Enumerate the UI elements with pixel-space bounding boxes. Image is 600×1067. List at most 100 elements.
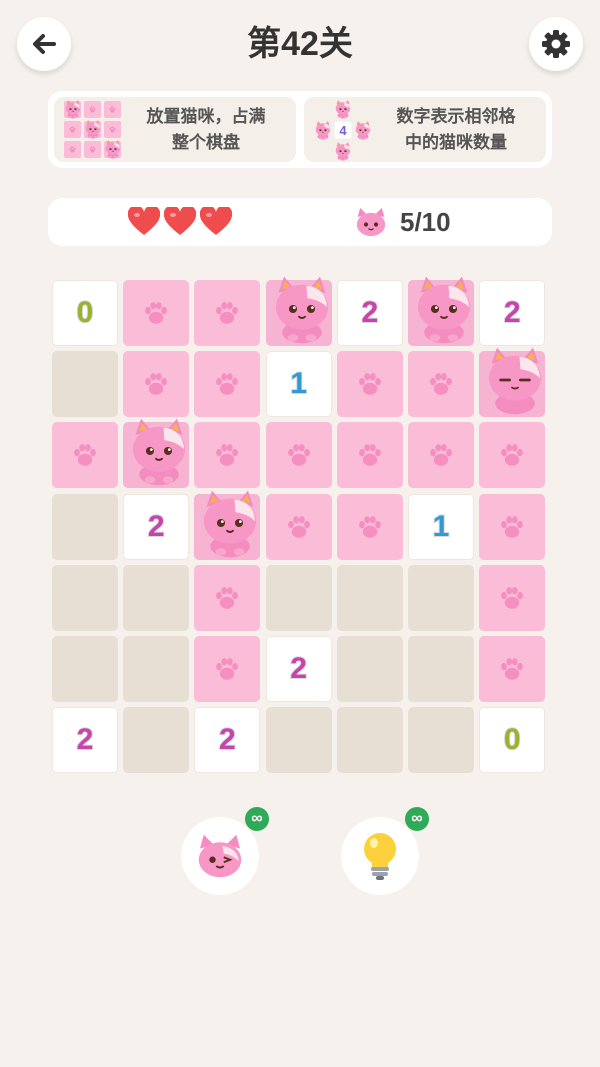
heart-icon	[164, 207, 196, 235]
sleeping-cat-icon	[487, 346, 543, 416]
instruction-card-fill: 放置猫咪，占满 整个棋盘	[54, 97, 296, 162]
number-cell[interactable]: 2	[52, 707, 118, 774]
empty-cell[interactable]	[52, 493, 118, 560]
paw-cell[interactable]	[194, 280, 261, 346]
gear-icon	[542, 30, 570, 58]
level-title: 第42关	[247, 25, 353, 63]
empty-cell[interactable]	[408, 564, 474, 631]
paw-cell[interactable]	[265, 422, 332, 489]
paw-cell[interactable]	[52, 422, 118, 489]
fill-board-illustration	[62, 99, 124, 161]
paw-icon	[74, 444, 96, 467]
paw-cell[interactable]	[123, 280, 190, 346]
paw-cell[interactable]	[194, 351, 261, 418]
number-cell[interactable]: 2	[194, 707, 261, 774]
instruction-card-number: 4 数字表示相邻格 中的猫咪数量	[304, 97, 546, 162]
number-cell[interactable]: 1	[265, 351, 332, 418]
cat-count-text: 5/10	[400, 206, 451, 237]
infinite-badge: ∞	[405, 807, 429, 831]
instruction-fill-text: 放置猫咪，占满 整个棋盘	[146, 106, 266, 152]
paw-cell[interactable]	[336, 493, 403, 560]
empty-cell[interactable]	[336, 564, 403, 631]
cat-icon	[203, 489, 258, 558]
paw-cell[interactable]	[336, 422, 403, 489]
cat-counter: 5/10	[354, 198, 451, 246]
paw-cell[interactable]	[479, 564, 546, 631]
hint-tool-button[interactable]: ∞	[341, 807, 429, 895]
cell-number: 0	[503, 723, 522, 757]
cat-cell[interactable]	[194, 489, 261, 560]
heart-icon	[128, 207, 160, 235]
empty-cell[interactable]	[336, 707, 403, 774]
cat-icon	[416, 275, 472, 345]
cat-icon	[132, 418, 187, 487]
paw-cell[interactable]	[408, 351, 474, 418]
empty-cell[interactable]	[52, 564, 118, 631]
paw-cell[interactable]	[194, 636, 261, 702]
empty-cell[interactable]	[265, 707, 332, 774]
paw-icon	[145, 302, 168, 324]
paw-cell[interactable]	[123, 351, 190, 418]
lives	[128, 207, 232, 237]
lightbulb-icon	[364, 833, 396, 880]
settings-button[interactable]	[529, 17, 583, 71]
paw-icon	[501, 658, 524, 680]
heart-icon	[200, 207, 232, 235]
game-board: 0 2 2 1 2 1 2 2 2 0	[52, 275, 548, 776]
paw-icon	[216, 302, 239, 324]
cell-number: 1	[432, 509, 451, 543]
paw-cell[interactable]	[265, 493, 332, 560]
paw-cell[interactable]	[336, 351, 403, 418]
number-cell[interactable]: 2	[336, 280, 403, 346]
number-cell[interactable]: 0	[52, 280, 118, 346]
cat-cell[interactable]	[265, 275, 332, 346]
empty-cell[interactable]	[52, 636, 118, 702]
cell-number: 2	[289, 652, 308, 685]
cell-number: 2	[147, 509, 166, 543]
instruction-number-text: 数字表示相邻格 中的猫咪数量	[396, 106, 516, 152]
number-cell[interactable]: 2	[479, 280, 546, 346]
empty-cell[interactable]	[408, 636, 474, 702]
cell-number: 1	[289, 367, 308, 401]
empty-cell[interactable]	[265, 564, 332, 631]
place-cat-tool-button[interactable]: ∞	[181, 807, 269, 895]
cell-number: 2	[218, 723, 237, 757]
sleeping-cat-cell[interactable]	[479, 346, 546, 418]
paw-icon	[216, 658, 239, 680]
cat-cell[interactable]	[408, 275, 474, 346]
empty-cell[interactable]	[123, 564, 190, 631]
number-cell[interactable]: 2	[265, 636, 332, 702]
paw-cell[interactable]	[194, 564, 261, 631]
cell-number: 0	[76, 296, 95, 329]
paw-icon	[358, 515, 381, 538]
cat-cell[interactable]	[123, 418, 190, 489]
number-cell[interactable]: 2	[123, 493, 190, 560]
number-hint-illustration: 4	[312, 99, 374, 161]
thumb-number: 4	[339, 123, 347, 138]
empty-cell[interactable]	[408, 707, 474, 774]
paw-icon	[501, 515, 524, 538]
paw-cell[interactable]	[479, 422, 546, 489]
paw-cell[interactable]	[194, 422, 261, 489]
paw-cell[interactable]	[479, 636, 546, 702]
paw-icon	[430, 373, 452, 395]
number-cell[interactable]: 0	[479, 707, 546, 774]
paw-icon	[501, 444, 524, 467]
empty-cell[interactable]	[123, 636, 190, 702]
cat-face-icon	[356, 207, 386, 237]
paw-icon	[358, 444, 381, 467]
empty-cell[interactable]	[336, 636, 403, 702]
paw-cell[interactable]	[408, 422, 474, 489]
paw-icon	[216, 444, 239, 467]
paw-icon	[216, 373, 239, 395]
empty-cell[interactable]	[123, 707, 190, 774]
instruction-panel: 放置猫咪，占满 整个棋盘 4 数字表示相邻格 中的猫咪数量	[48, 91, 552, 168]
empty-cell[interactable]	[52, 351, 118, 418]
cat-wink-icon	[198, 834, 242, 878]
infinite-badge: ∞	[245, 807, 269, 831]
status-bar: 5/10	[48, 198, 552, 246]
number-cell[interactable]: 1	[408, 493, 474, 560]
paw-icon	[358, 373, 381, 395]
paw-cell[interactable]	[479, 493, 546, 560]
paw-icon	[145, 373, 168, 395]
